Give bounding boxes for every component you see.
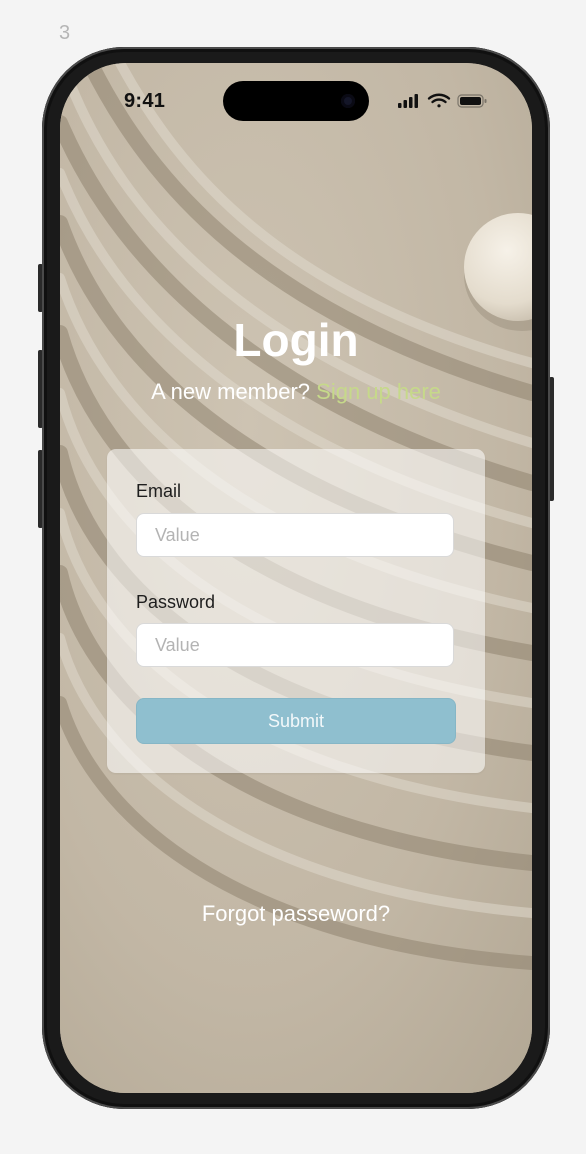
signup-prompt: A new member? Sign up here: [60, 379, 532, 405]
submit-button[interactable]: Submit: [136, 698, 456, 744]
status-time: 9:41: [124, 90, 166, 112]
password-field[interactable]: [136, 623, 454, 667]
email-field[interactable]: [136, 513, 454, 557]
signup-prompt-text: A new member?: [151, 379, 317, 404]
dynamic-island: [223, 81, 369, 121]
login-form-card: Email Password Submit: [107, 449, 485, 773]
forgot-password-link[interactable]: Forgot passeword?: [60, 901, 532, 927]
wifi-icon: [427, 93, 451, 108]
front-camera-icon: [341, 94, 355, 108]
phone-screen: 9:41 Login A new member? Sign up here Em…: [60, 63, 532, 1093]
signup-link[interactable]: Sign up here: [316, 379, 441, 404]
status-icons: [398, 93, 487, 108]
signal-icon: [398, 94, 418, 108]
frame-number-label: 3: [59, 22, 71, 44]
password-label: Password: [136, 592, 216, 612]
battery-icon: [457, 94, 487, 108]
email-label: Email: [136, 481, 182, 501]
page-title: Login: [233, 314, 359, 366]
